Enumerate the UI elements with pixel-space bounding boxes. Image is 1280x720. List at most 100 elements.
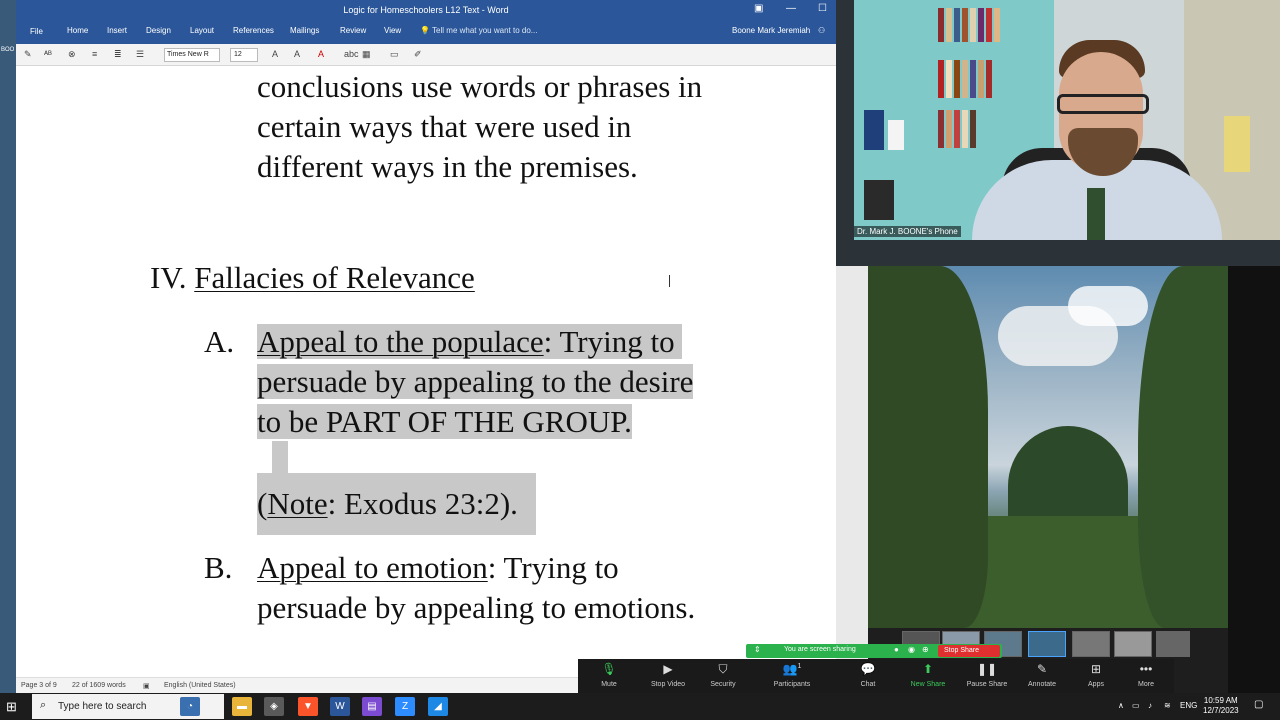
thumbnail[interactable]	[1072, 631, 1110, 657]
format-painter-icon[interactable]: ✎	[24, 49, 32, 60]
font-color-icon[interactable]: A	[318, 49, 324, 59]
annotate-button[interactable]: ✎ Annotate	[1012, 659, 1072, 693]
chat-icon: 💬	[860, 662, 876, 676]
tab-references[interactable]: References	[233, 26, 274, 35]
table-icon[interactable]: ▦	[362, 49, 371, 60]
clipchamp-icon[interactable]: ▤	[362, 697, 382, 716]
tray-chevron-icon[interactable]: ∧	[1118, 701, 1124, 710]
tab-mailings[interactable]: Mailings	[290, 26, 319, 35]
zoom-app-icon[interactable]: Z	[395, 697, 415, 716]
participants-button[interactable]: 👥1 Participants	[762, 659, 822, 693]
photos-app-icon[interactable]: ◢	[428, 697, 448, 716]
notification-icon[interactable]: ▢	[1254, 699, 1263, 710]
section-title: Fallacies of Relevance	[194, 260, 475, 295]
font-size-select[interactable]: 12	[230, 48, 258, 62]
more-button[interactable]: ••• More	[1116, 659, 1176, 693]
word-app-icon[interactable]: W	[330, 697, 350, 716]
landscape-image	[868, 266, 1228, 628]
document-page[interactable]: conclusions use words or phrases in cert…	[16, 67, 836, 677]
item-b-term: Appeal to emotion	[257, 550, 488, 585]
item-a-paragraph: Appeal to the populace: Trying to persua…	[257, 322, 694, 442]
security-button[interactable]: ⛉ Security	[693, 659, 753, 693]
item-a-label: A.	[204, 324, 235, 359]
edit-icon[interactable]: ✐	[414, 49, 422, 60]
stop-video-button[interactable]: ▶ Stop Video	[638, 659, 698, 693]
link-icon[interactable]: ⊗	[68, 49, 76, 60]
item-b-paragraph: Appeal to emotion: Trying to persuade by…	[257, 548, 695, 628]
stop-share-label: Stop Share	[944, 647, 980, 654]
mute-button[interactable]: 🎙 Mute	[579, 659, 639, 693]
tell-me-text: Tell me what you want to do...	[432, 26, 538, 35]
word-window: Logic for Homeschoolers L12 Text - Word …	[16, 0, 836, 693]
tree-right	[1138, 266, 1228, 628]
indent-icon[interactable]: ≣	[114, 49, 122, 60]
security-label: Security	[710, 681, 736, 688]
cortana-icon[interactable]: ◔	[180, 697, 200, 716]
pin-icon[interactable]: ⇕	[754, 645, 761, 654]
word-count[interactable]: 22 of 1609 words	[72, 682, 126, 689]
spelling-icon[interactable]: ᴬᴮ	[44, 49, 52, 59]
windows-start-icon[interactable]: ⊞	[6, 699, 17, 715]
user-name[interactable]: Boone Mark Jeremiah	[732, 26, 810, 35]
new-share-button[interactable]: ⬆ New Share	[898, 659, 958, 693]
chat-button[interactable]: 💬 Chat	[838, 659, 898, 693]
tab-file[interactable]: File	[30, 27, 43, 36]
shrink-font-icon[interactable]: A	[294, 49, 300, 59]
tab-layout[interactable]: Layout	[190, 26, 214, 35]
item-a-text: persuade by appealing to the desire	[257, 364, 694, 399]
system-clock[interactable]: 10:59 AM 12/7/2023	[1203, 696, 1239, 716]
tab-view[interactable]: View	[384, 26, 401, 35]
ribbon-tabs: File Home Insert Design Layout Reference…	[16, 22, 836, 44]
mic-small-icon[interactable]: ●	[894, 645, 899, 654]
volume-icon[interactable]: ♪	[1148, 701, 1152, 710]
strikethrough-icon[interactable]: abc	[344, 49, 359, 59]
comment-icon[interactable]: ▭	[390, 49, 399, 60]
intro-line: different ways in the premises.	[257, 149, 638, 184]
more-icon: •••	[1139, 662, 1153, 676]
language-indicator[interactable]: English (United States)	[164, 682, 236, 689]
align-icon[interactable]: ≡	[92, 49, 97, 59]
pause-small-icon[interactable]: ◉	[908, 645, 915, 654]
desktop-label: BOO	[1, 47, 15, 53]
tree-left	[868, 266, 988, 628]
minimize-icon[interactable]: —	[786, 3, 796, 14]
stop-share-button[interactable]: Stop Share	[938, 645, 1000, 657]
tab-home[interactable]: Home	[67, 26, 88, 35]
share-icon[interactable]: ⚇	[818, 26, 825, 35]
clock-time: 10:59 AM	[1203, 696, 1238, 705]
grow-font-icon[interactable]: A	[272, 49, 278, 59]
note-open: (	[257, 486, 268, 521]
thumbnail[interactable]	[1156, 631, 1190, 657]
language-indicator[interactable]: ENG	[1180, 701, 1197, 710]
app-icon[interactable]: ◈	[264, 697, 284, 716]
tab-review[interactable]: Review	[340, 26, 366, 35]
windows-taskbar: ⊞ ⌕ Type here to search ◔ ▬ ◈ ▼ W ▤ Z ◢ …	[0, 693, 1280, 720]
wifi-icon[interactable]: ≋	[1164, 701, 1171, 710]
text-cursor-icon	[669, 275, 675, 287]
new-share-label: New Share	[910, 681, 946, 688]
clock-date: 12/7/2023	[1203, 706, 1239, 715]
ribbon-display-icon[interactable]: ▣	[754, 3, 763, 14]
shield-icon: ⛉	[718, 662, 728, 676]
search-placeholder: Type here to search	[58, 701, 147, 712]
font-name-select[interactable]: Times New R	[164, 48, 220, 62]
pause-share-button[interactable]: ❚❚ Pause Share	[957, 659, 1017, 693]
brave-browser-icon[interactable]: ▼	[298, 697, 318, 716]
tab-insert[interactable]: Insert	[107, 26, 127, 35]
thumbnail[interactable]	[1114, 631, 1152, 657]
security-small-icon[interactable]: ⊕	[922, 645, 929, 654]
mute-label: Mute	[601, 681, 617, 688]
person-glasses	[1057, 94, 1149, 114]
file-explorer-icon[interactable]: ▬	[232, 697, 252, 716]
maximize-icon[interactable]: ☐	[818, 3, 827, 14]
network-icon[interactable]: ▭	[1132, 701, 1140, 710]
video-panel[interactable]: Dr. Mark J. BOONE's Phone	[836, 0, 1280, 266]
proofing-icon[interactable]: ▣	[143, 682, 150, 690]
search-icon: ⌕	[40, 699, 47, 711]
bullets-icon[interactable]: ☰	[136, 49, 144, 60]
thumbnail[interactable]	[1028, 631, 1066, 657]
page-count[interactable]: Page 3 of 9	[21, 682, 57, 689]
tell-me-box[interactable]: 💡 Tell me what you want to do...	[420, 26, 537, 35]
tab-design[interactable]: Design	[146, 26, 171, 35]
intro-line: conclusions use words or phrases in	[257, 69, 703, 104]
